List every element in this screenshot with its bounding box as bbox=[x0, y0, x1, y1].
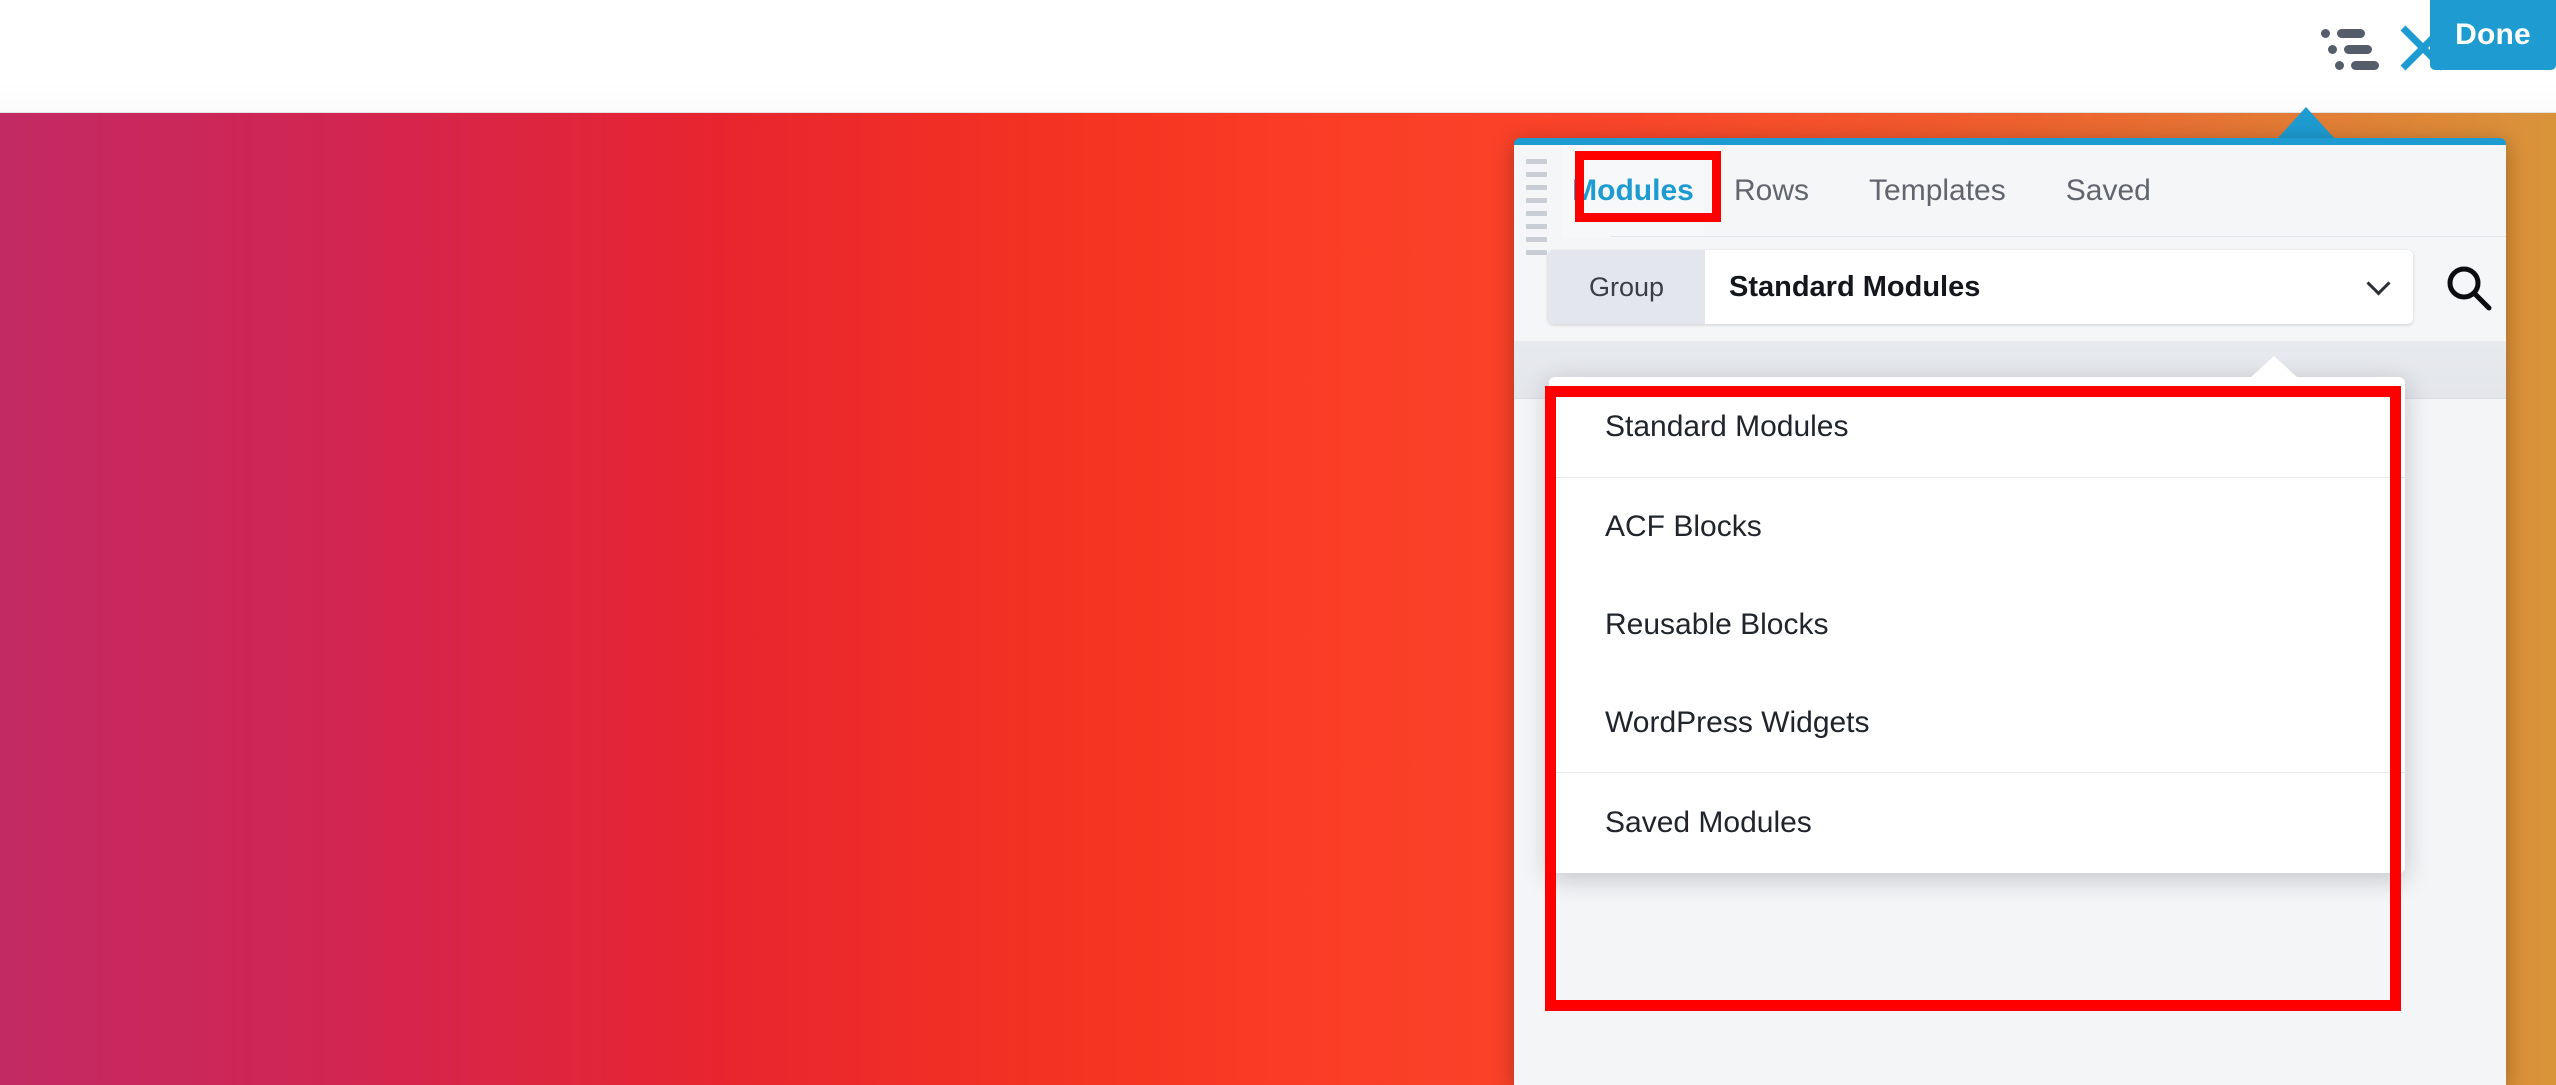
group-select[interactable]: Standard Modules bbox=[1705, 250, 2413, 324]
dropdown-item-reusable-blocks[interactable]: Reusable Blocks bbox=[1549, 576, 2405, 674]
dropdown-item-wordpress-widgets[interactable]: WordPress Widgets bbox=[1549, 674, 2405, 772]
dropdown-group-2: ACF Blocks Reusable Blocks WordPress Wid… bbox=[1549, 477, 2405, 772]
admin-topbar: Done bbox=[0, 0, 2556, 113]
panel-pointer-caret bbox=[2277, 107, 2335, 139]
done-button[interactable]: Done bbox=[2430, 0, 2556, 70]
search-icon[interactable] bbox=[2444, 263, 2494, 313]
group-filter-row: Group Standard Modules bbox=[1548, 250, 2413, 324]
tab-rows[interactable]: Rows bbox=[1704, 145, 1839, 237]
tab-modules[interactable]: Modules bbox=[1562, 145, 1704, 237]
group-select-value: Standard Modules bbox=[1729, 270, 1981, 303]
dropdown-group-3: Saved Modules bbox=[1549, 772, 2405, 873]
tabs-divider bbox=[1610, 236, 2506, 237]
tab-templates[interactable]: Templates bbox=[1839, 145, 2036, 237]
outline-list-icon[interactable] bbox=[2321, 26, 2379, 74]
screen: Done Modules Rows Templates Saved Group … bbox=[0, 0, 2556, 1085]
group-label[interactable]: Group bbox=[1548, 250, 1705, 324]
dropdown-group-1: Standard Modules bbox=[1549, 377, 2405, 477]
panel-tabs: Modules Rows Templates Saved bbox=[1562, 145, 2506, 237]
tab-saved[interactable]: Saved bbox=[2036, 145, 2181, 237]
panel-drag-handle[interactable] bbox=[1526, 159, 1552, 255]
dropdown-item-acf-blocks[interactable]: ACF Blocks bbox=[1549, 478, 2405, 576]
group-dropdown-menu: Standard Modules ACF Blocks Reusable Blo… bbox=[1549, 356, 2405, 873]
dropdown-caret bbox=[2250, 356, 2298, 378]
dropdown-item-standard-modules[interactable]: Standard Modules bbox=[1549, 377, 2405, 477]
dropdown-item-saved-modules[interactable]: Saved Modules bbox=[1549, 773, 2405, 873]
chevron-down-icon bbox=[2366, 271, 2391, 296]
